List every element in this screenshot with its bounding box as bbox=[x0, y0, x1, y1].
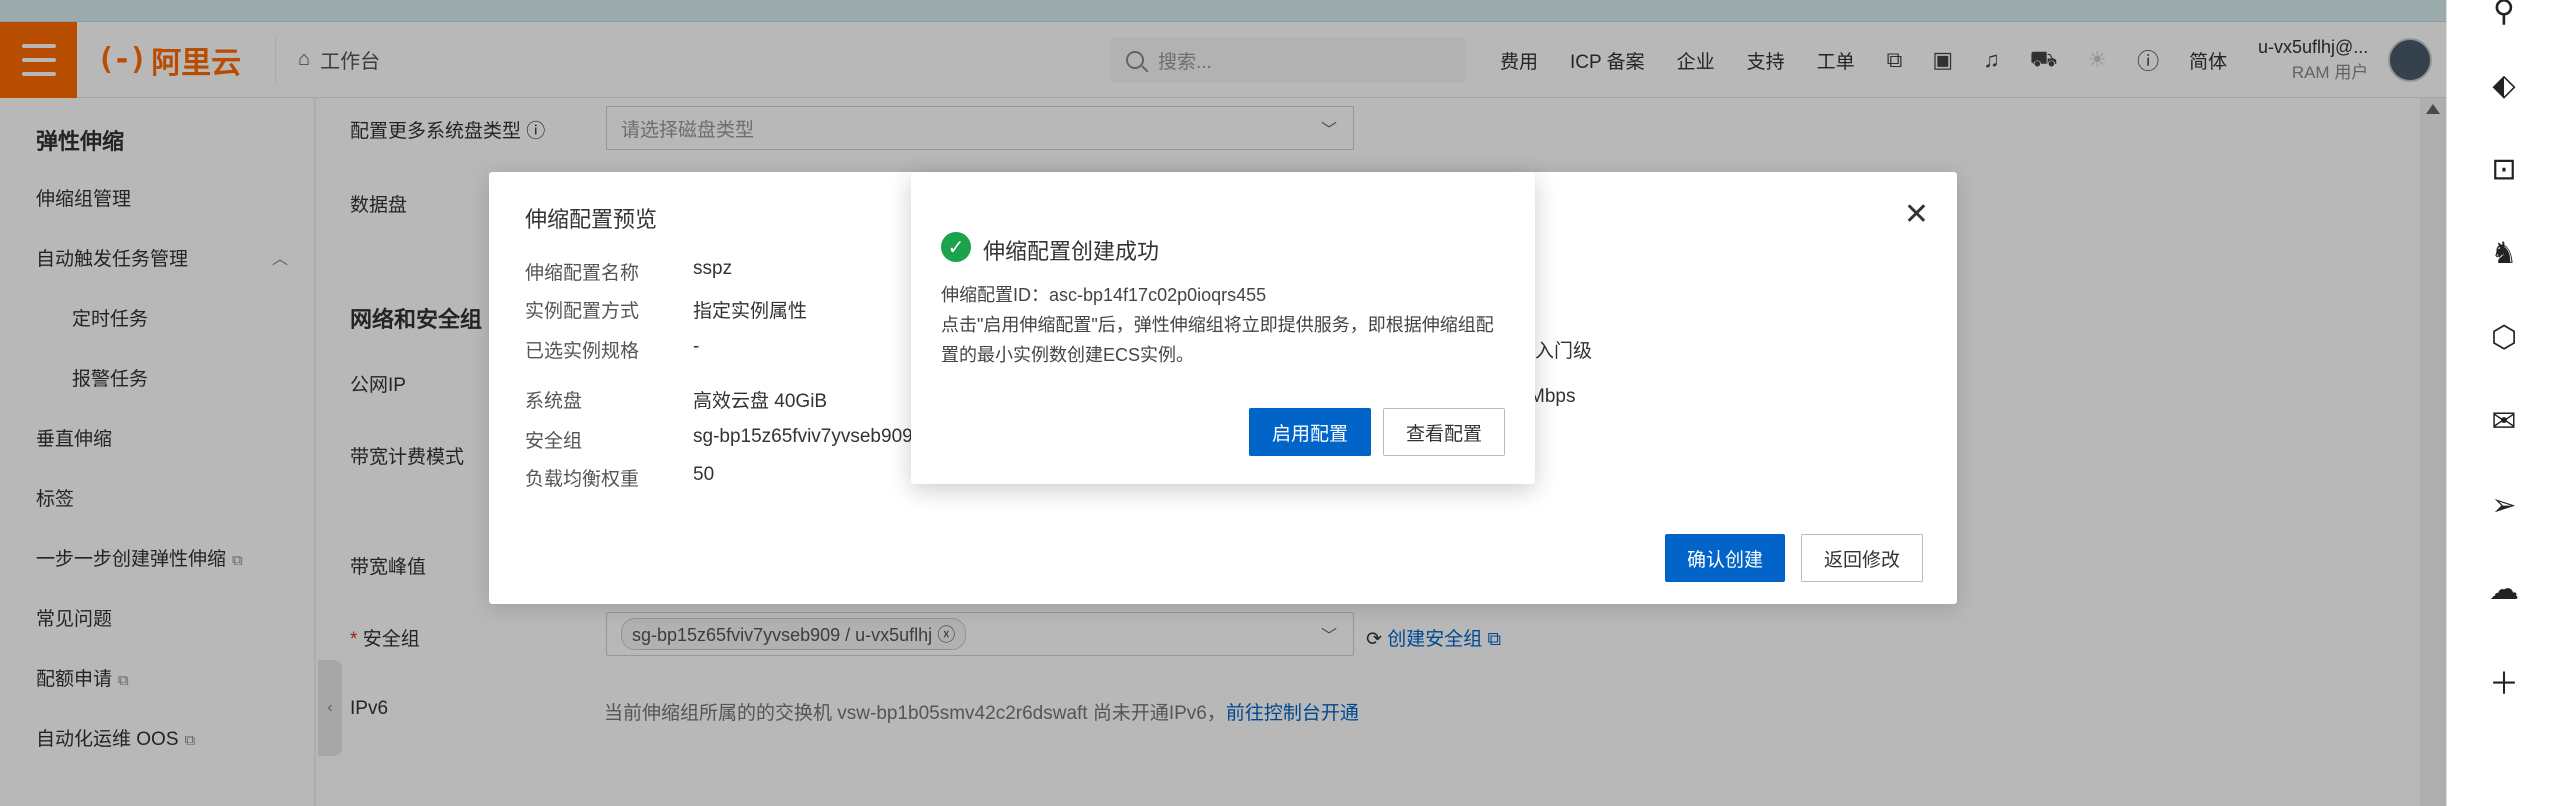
right-rail: ⚲ ⬖ ⊡ ♞ ⬡ ✉ ➢ ☁ ＋ bbox=[2446, 0, 2559, 806]
preview-value: sg-bp15z65fviv7yvseb909 bbox=[693, 426, 913, 447]
tag-icon[interactable]: ⬖ bbox=[2485, 66, 2523, 104]
preview-value: sspz bbox=[693, 258, 733, 279]
cube-icon[interactable]: ⬡ bbox=[2485, 318, 2523, 356]
preview-value: 指定实例属性 bbox=[693, 301, 808, 322]
success-title: 伸缩配置创建成功 bbox=[983, 239, 1160, 264]
preview-right-value: Mbps bbox=[1529, 386, 1576, 407]
view-config-button[interactable]: 查看配置 bbox=[1383, 408, 1505, 456]
search-icon[interactable]: ⚲ bbox=[2485, 0, 2523, 30]
preview-value: - bbox=[693, 336, 700, 357]
preview-label: 安全组 bbox=[525, 431, 583, 452]
close-icon[interactable]: ✕ bbox=[1904, 200, 1929, 230]
preview-label: 系统盘 bbox=[525, 391, 583, 412]
outlook-icon[interactable]: ✉ bbox=[2485, 402, 2523, 440]
back-edit-button[interactable]: 返回修改 bbox=[1801, 534, 1923, 582]
confirm-create-button[interactable]: 确认创建 bbox=[1665, 534, 1785, 582]
preview-value: 50 bbox=[693, 464, 715, 485]
toolbox-icon[interactable]: ⊡ bbox=[2485, 150, 2523, 188]
success-desc-2: 置的最小实例数创建ECS实例。 bbox=[941, 345, 1195, 365]
preview-right-value: 入门级 bbox=[1535, 341, 1593, 362]
send-icon[interactable]: ➢ bbox=[2485, 486, 2523, 524]
preview-label: 已选实例规格 bbox=[525, 341, 640, 362]
preview-title: 伸缩配置预览 bbox=[525, 207, 658, 232]
plus-icon[interactable]: ＋ bbox=[2485, 662, 2523, 701]
preview-label: 伸缩配置名称 bbox=[525, 263, 640, 284]
preview-value: 高效云盘 40GiB bbox=[693, 391, 828, 412]
cloud-icon[interactable]: ☁ bbox=[2485, 570, 2523, 608]
chess-icon[interactable]: ♞ bbox=[2485, 234, 2523, 272]
success-desc-1: 点击"启用伸缩配置"后，弹性伸缩组将立即提供服务，即根据伸缩组配 bbox=[941, 315, 1494, 335]
config-id: 伸缩配置ID：asc-bp14f17c02p0ioqrs455 bbox=[941, 285, 1267, 305]
enable-config-button[interactable]: 启用配置 bbox=[1249, 408, 1371, 456]
check-circle-icon: ✓ bbox=[941, 232, 971, 262]
success-dialog: ✓ 伸缩配置创建成功 伸缩配置ID：asc-bp14f17c02p0ioqrs4… bbox=[911, 172, 1535, 484]
preview-label: 负载均衡权重 bbox=[525, 469, 640, 490]
preview-label: 实例配置方式 bbox=[525, 301, 640, 322]
